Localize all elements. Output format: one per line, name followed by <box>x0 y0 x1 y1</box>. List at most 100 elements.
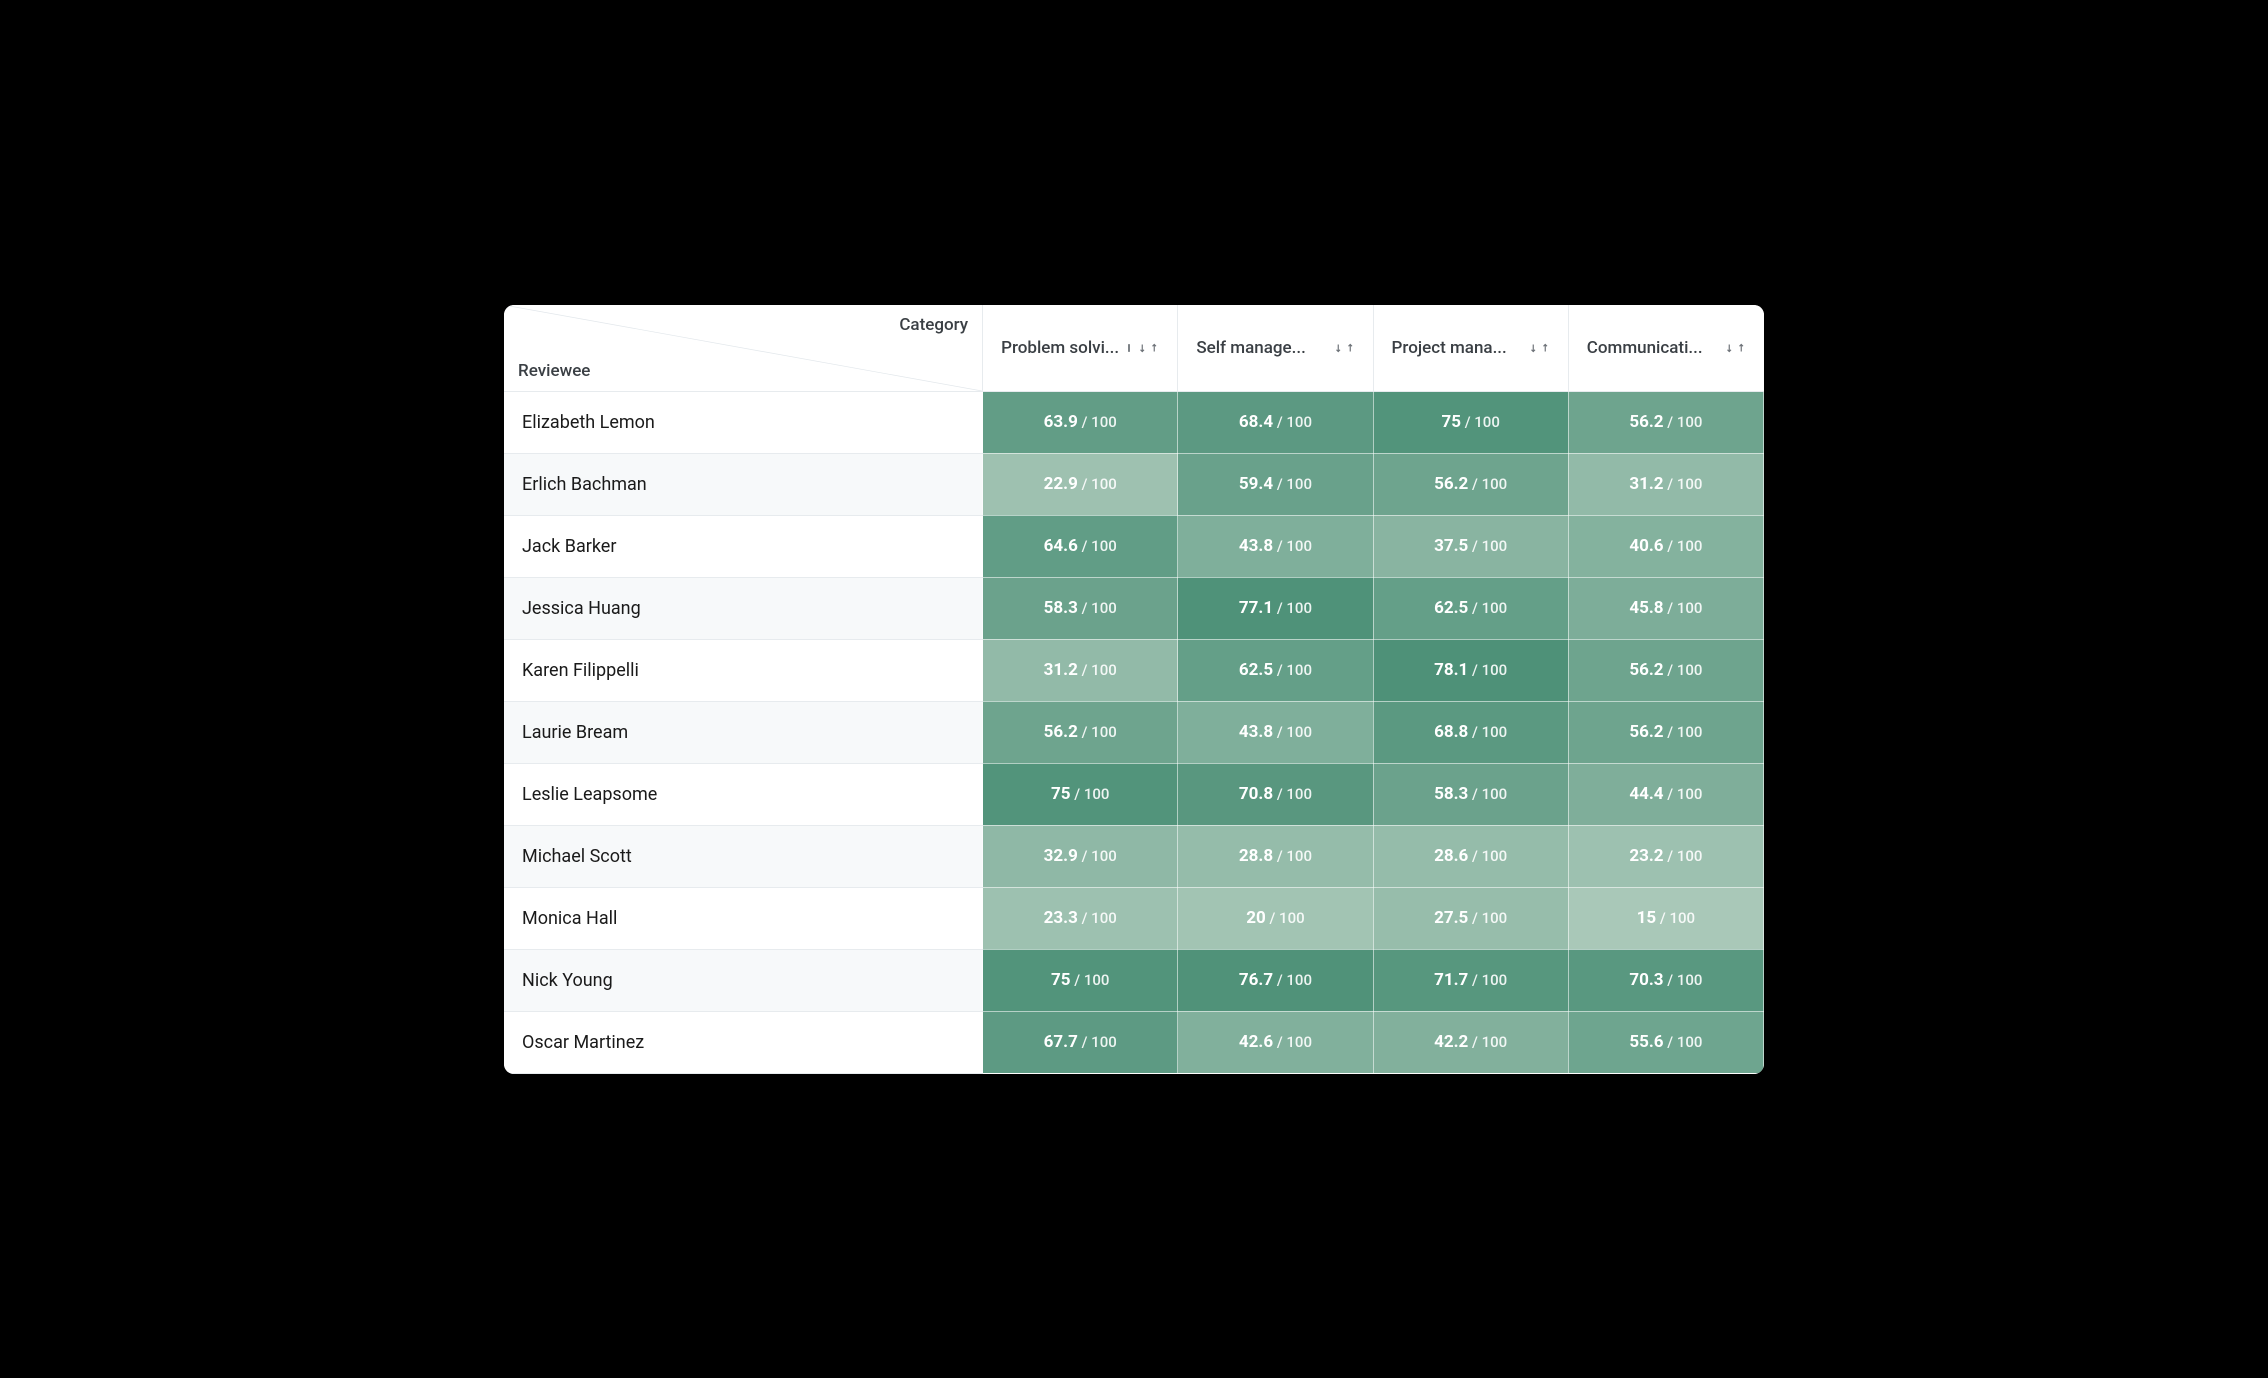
reviewee-name[interactable]: Laurie Bream <box>504 701 983 763</box>
score-cell[interactable]: 70.8 / 100 <box>1178 763 1373 825</box>
header-reviewee-label: Reviewee <box>518 361 590 381</box>
col-header-label: Project mana... <box>1392 338 1507 358</box>
col-header-problem-solving[interactable]: Problem solvi... <box>983 305 1178 392</box>
score-value: 23.2 <box>1629 846 1663 866</box>
table-row: Oscar Martinez67.7 / 10042.6 / 10042.2 /… <box>504 1011 1764 1073</box>
score-cell[interactable]: 43.8 / 100 <box>1178 701 1373 763</box>
reviewee-name[interactable]: Karen Filippelli <box>504 639 983 701</box>
score-denominator: / 100 <box>1273 599 1312 617</box>
score-cell[interactable]: 56.2 / 100 <box>1568 639 1763 701</box>
score-cell[interactable]: 70.3 / 100 <box>1568 949 1763 1011</box>
score-value: 44.4 <box>1629 784 1663 804</box>
score-value: 15 <box>1637 908 1657 928</box>
score-cell[interactable]: 63.9 / 100 <box>983 391 1178 453</box>
reviewee-name[interactable]: Jack Barker <box>504 515 983 577</box>
score-cell[interactable]: 20 / 100 <box>1178 887 1373 949</box>
score-cell[interactable]: 55.6 / 100 <box>1568 1011 1763 1073</box>
table-row: Nick Young75 / 10076.7 / 10071.7 / 10070… <box>504 949 1764 1011</box>
score-cell[interactable]: 31.2 / 100 <box>1568 453 1763 515</box>
score-value: 71.7 <box>1434 970 1468 990</box>
score-denominator: / 100 <box>1664 537 1703 555</box>
score-cell[interactable]: 58.3 / 100 <box>1373 763 1568 825</box>
score-cell[interactable]: 59.4 / 100 <box>1178 453 1373 515</box>
score-denominator: / 100 <box>1273 723 1312 741</box>
score-denominator: / 100 <box>1078 413 1117 431</box>
score-value: 62.5 <box>1239 660 1273 680</box>
col-header-communication[interactable]: Communicati... <box>1568 305 1763 392</box>
score-value: 31.2 <box>1629 474 1663 494</box>
reviewee-name[interactable]: Erlich Bachman <box>504 453 983 515</box>
reviewee-name[interactable]: Monica Hall <box>504 887 983 949</box>
score-denominator: / 100 <box>1468 847 1507 865</box>
score-cell[interactable]: 42.2 / 100 <box>1373 1011 1568 1073</box>
reviewee-name[interactable]: Nick Young <box>504 949 983 1011</box>
score-cell[interactable]: 28.6 / 100 <box>1373 825 1568 887</box>
sort-icon[interactable] <box>1528 339 1554 357</box>
reviewee-name[interactable]: Jessica Huang <box>504 577 983 639</box>
score-cell[interactable]: 32.9 / 100 <box>983 825 1178 887</box>
score-cell[interactable]: 56.2 / 100 <box>1568 701 1763 763</box>
score-cell[interactable]: 45.8 / 100 <box>1568 577 1763 639</box>
score-value: 20 <box>1246 908 1266 928</box>
score-cell[interactable]: 22.9 / 100 <box>983 453 1178 515</box>
score-value: 75 <box>1441 412 1461 432</box>
score-value: 62.5 <box>1434 598 1468 618</box>
score-cell[interactable]: 58.3 / 100 <box>983 577 1178 639</box>
score-cell[interactable]: 28.8 / 100 <box>1178 825 1373 887</box>
score-cell[interactable]: 56.2 / 100 <box>983 701 1178 763</box>
score-cell[interactable]: 23.3 / 100 <box>983 887 1178 949</box>
score-value: 56.2 <box>1434 474 1468 494</box>
sort-icon[interactable] <box>1724 339 1750 357</box>
score-value: 28.6 <box>1434 846 1468 866</box>
score-cell[interactable]: 67.7 / 100 <box>983 1011 1178 1073</box>
table-row: Laurie Bream56.2 / 10043.8 / 10068.8 / 1… <box>504 701 1764 763</box>
score-cell[interactable]: 40.6 / 100 <box>1568 515 1763 577</box>
score-cell[interactable]: 71.7 / 100 <box>1373 949 1568 1011</box>
score-denominator: / 100 <box>1273 413 1312 431</box>
score-cell[interactable]: 68.4 / 100 <box>1178 391 1373 453</box>
score-denominator: / 100 <box>1078 599 1117 617</box>
score-cell[interactable]: 62.5 / 100 <box>1373 577 1568 639</box>
table-row: Monica Hall23.3 / 10020 / 10027.5 / 1001… <box>504 887 1764 949</box>
col-header-project-management[interactable]: Project mana... <box>1373 305 1568 392</box>
score-cell[interactable]: 31.2 / 100 <box>983 639 1178 701</box>
score-cell[interactable]: 64.6 / 100 <box>983 515 1178 577</box>
score-denominator: / 100 <box>1664 723 1703 741</box>
col-header-self-management[interactable]: Self manage... <box>1178 305 1373 392</box>
score-cell[interactable]: 56.2 / 100 <box>1568 391 1763 453</box>
score-cell[interactable]: 75 / 100 <box>1373 391 1568 453</box>
corner-header: Category Reviewee <box>504 305 983 392</box>
score-value: 58.3 <box>1044 598 1078 618</box>
score-denominator: / 100 <box>1078 537 1117 555</box>
score-denominator: / 100 <box>1468 661 1507 679</box>
score-cell[interactable]: 77.1 / 100 <box>1178 577 1373 639</box>
score-value: 58.3 <box>1434 784 1468 804</box>
sort-icon[interactable] <box>1123 339 1163 357</box>
reviewee-name[interactable]: Leslie Leapsome <box>504 763 983 825</box>
header-category-label: Category <box>899 315 968 335</box>
reviewee-name[interactable]: Elizabeth Lemon <box>504 391 983 453</box>
score-cell[interactable]: 78.1 / 100 <box>1373 639 1568 701</box>
score-cell[interactable]: 56.2 / 100 <box>1373 453 1568 515</box>
reviewee-name[interactable]: Michael Scott <box>504 825 983 887</box>
score-value: 37.5 <box>1434 536 1468 556</box>
score-cell[interactable]: 75 / 100 <box>983 763 1178 825</box>
score-cell[interactable]: 15 / 100 <box>1568 887 1763 949</box>
score-cell[interactable]: 68.8 / 100 <box>1373 701 1568 763</box>
score-cell[interactable]: 43.8 / 100 <box>1178 515 1373 577</box>
score-value: 32.9 <box>1044 846 1078 866</box>
score-value: 76.7 <box>1239 970 1273 990</box>
score-cell[interactable]: 42.6 / 100 <box>1178 1011 1373 1073</box>
score-value: 64.6 <box>1044 536 1078 556</box>
score-cell[interactable]: 23.2 / 100 <box>1568 825 1763 887</box>
score-cell[interactable]: 44.4 / 100 <box>1568 763 1763 825</box>
score-cell[interactable]: 75 / 100 <box>983 949 1178 1011</box>
score-cell[interactable]: 62.5 / 100 <box>1178 639 1373 701</box>
score-cell[interactable]: 37.5 / 100 <box>1373 515 1568 577</box>
score-cell[interactable]: 27.5 / 100 <box>1373 887 1568 949</box>
score-denominator: / 100 <box>1664 971 1703 989</box>
reviewee-name[interactable]: Oscar Martinez <box>504 1011 983 1073</box>
score-cell[interactable]: 76.7 / 100 <box>1178 949 1373 1011</box>
sort-icon[interactable] <box>1333 339 1359 357</box>
score-denominator: / 100 <box>1266 909 1305 927</box>
